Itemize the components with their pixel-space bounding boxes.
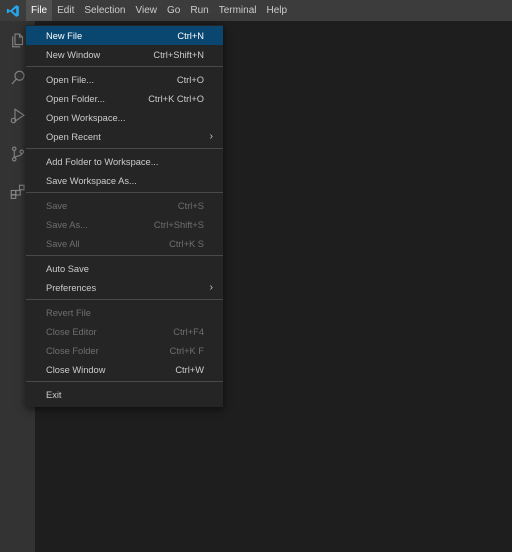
menu-item-revert-file[interactable]: Revert File bbox=[26, 303, 223, 322]
menu-item-label: Preferences bbox=[46, 282, 97, 293]
menu-item-label: New Window bbox=[46, 49, 101, 60]
file-menu-dropdown: New File Ctrl+N New Window Ctrl+Shift+N Open… bbox=[26, 25, 223, 407]
menu-edit[interactable]: Edit bbox=[52, 0, 79, 21]
menu-item-label: Save All bbox=[46, 238, 80, 249]
menu-file[interactable]: File bbox=[26, 0, 53, 21]
menu-separator bbox=[26, 255, 223, 256]
menu-item-open-folder[interactable]: Open Folder... Ctrl+K Ctrl+O bbox=[26, 89, 223, 108]
menu-item-close-folder[interactable]: Close Folder Ctrl+K F bbox=[26, 341, 223, 360]
menu-item-label: Close Editor bbox=[46, 326, 97, 337]
vscode-window: File Edit Selection View Go Run Terminal Help bbox=[0, 0, 512, 552]
menu-item-shortcut: Ctrl+W bbox=[175, 364, 204, 375]
menu-item-new-file[interactable]: New File Ctrl+N bbox=[26, 26, 223, 45]
menu-item-save[interactable]: Save Ctrl+S bbox=[26, 196, 223, 215]
menu-item-label: Open Recent bbox=[46, 131, 101, 142]
menu-item-label: Add Folder to Workspace... bbox=[46, 156, 159, 167]
menu-view[interactable]: View bbox=[131, 0, 163, 21]
menu-item-label: Save bbox=[46, 200, 68, 211]
menu-item-label: Save Workspace As... bbox=[46, 175, 137, 186]
menu-item-label: Save As... bbox=[46, 219, 88, 230]
menu-item-open-recent[interactable]: Open Recent › bbox=[26, 127, 223, 146]
menu-item-shortcut: Ctrl+S bbox=[177, 200, 204, 211]
menu-item-shortcut: Ctrl+K F bbox=[169, 345, 204, 356]
menu-item-open-workspace[interactable]: Open Workspace... bbox=[26, 108, 223, 127]
menu-item-auto-save[interactable]: Auto Save bbox=[26, 259, 223, 278]
menu-separator bbox=[26, 192, 223, 193]
menu-selection[interactable]: Selection bbox=[79, 0, 130, 21]
menu-item-label: Exit bbox=[46, 389, 62, 400]
title-bar: File Edit Selection View Go Run Terminal Help bbox=[0, 0, 512, 21]
menu-item-close-editor[interactable]: Close Editor Ctrl+F4 bbox=[26, 322, 223, 341]
menu-separator bbox=[26, 381, 223, 382]
menu-go[interactable]: Go bbox=[162, 0, 185, 21]
menu-item-shortcut: Ctrl+F4 bbox=[173, 326, 204, 337]
menu-separator bbox=[26, 299, 223, 300]
menu-item-open-file[interactable]: Open File... Ctrl+O bbox=[26, 70, 223, 89]
menu-item-shortcut: Ctrl+O bbox=[176, 74, 204, 85]
chevron-right-icon: › bbox=[209, 131, 213, 142]
menu-item-preferences[interactable]: Preferences › bbox=[26, 278, 223, 297]
menu-item-save-as[interactable]: Save As... Ctrl+Shift+S bbox=[26, 215, 223, 234]
menu-item-label: Revert File bbox=[46, 307, 91, 318]
menu-item-add-folder-to-workspace[interactable]: Add Folder to Workspace... bbox=[26, 152, 223, 171]
menu-item-new-window[interactable]: New Window Ctrl+Shift+N bbox=[26, 45, 223, 64]
vscode-logo-icon[interactable] bbox=[0, 0, 26, 21]
menu-item-label: Open Folder... bbox=[46, 93, 105, 104]
menu-item-close-window[interactable]: Close Window Ctrl+W bbox=[26, 360, 223, 379]
chevron-right-icon: › bbox=[209, 282, 213, 293]
menu-separator bbox=[26, 66, 223, 67]
menu-item-label: Close Folder bbox=[46, 345, 99, 356]
menu-terminal[interactable]: Terminal bbox=[214, 0, 262, 21]
menu-item-shortcut: Ctrl+N bbox=[177, 30, 204, 41]
menu-item-shortcut: Ctrl+K S bbox=[169, 238, 204, 249]
menu-item-shortcut: Ctrl+K Ctrl+O bbox=[148, 93, 204, 104]
menu-item-label: Open Workspace... bbox=[46, 112, 126, 123]
menu-run[interactable]: Run bbox=[185, 0, 213, 21]
menu-item-save-all[interactable]: Save All Ctrl+K S bbox=[26, 234, 223, 253]
menu-item-exit[interactable]: Exit bbox=[26, 385, 223, 404]
menu-item-label: New File bbox=[46, 30, 83, 41]
menu-item-shortcut: Ctrl+Shift+N bbox=[153, 49, 204, 60]
menu-item-save-workspace-as[interactable]: Save Workspace As... bbox=[26, 171, 223, 190]
menu-item-label: Open File... bbox=[46, 74, 95, 85]
menu-separator bbox=[26, 148, 223, 149]
menu-item-label: Close Window bbox=[46, 364, 106, 375]
menu-item-shortcut: Ctrl+Shift+S bbox=[153, 219, 204, 230]
menu-item-label: Auto Save bbox=[46, 263, 89, 274]
menu-bar: File Edit Selection View Go Run Terminal Help bbox=[26, 0, 292, 21]
menu-help[interactable]: Help bbox=[262, 0, 293, 21]
